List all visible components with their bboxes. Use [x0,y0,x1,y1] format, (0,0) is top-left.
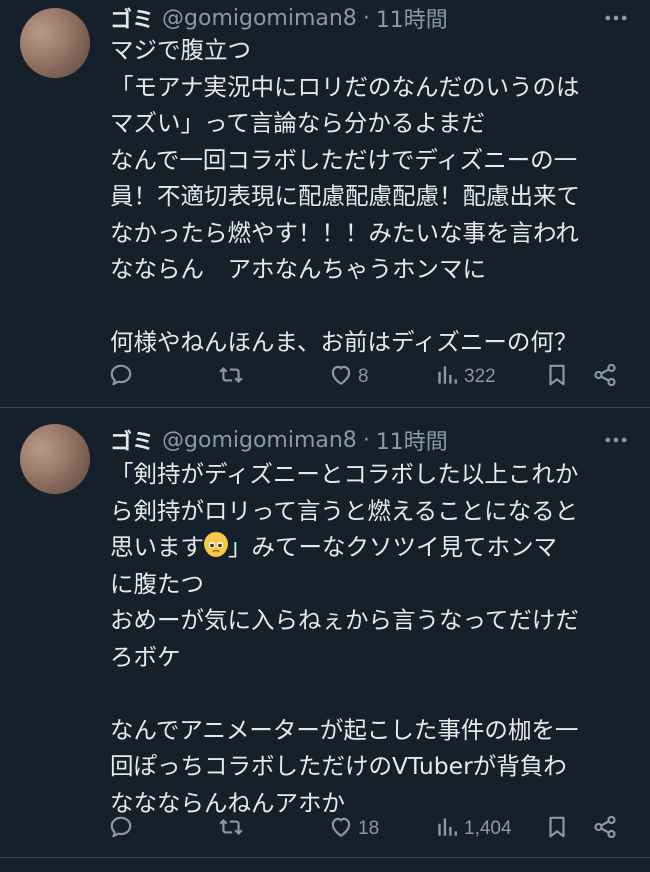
avatar[interactable] [20,8,90,78]
tweet-text-line: 員！不適切表現に配慮配慮配慮！配慮出来て [110,182,580,210]
author-handle[interactable]: @gomigomiman8 [162,6,357,31]
tweet-text-line: おめーが気に入らねぇから言うなってだけだ [110,606,579,634]
tweet[interactable]: ゴミ @gomigomiman8 · 11時間 「剣持がディズニーとコラボした以… [0,408,650,858]
tweet-text-line: 回ぽっちコラボしただけのVTuberが背負わ [110,752,567,780]
retweet-button[interactable] [218,814,248,844]
retweet-button[interactable] [218,362,248,392]
share-icon [592,362,618,393]
retweet-icon [218,362,244,393]
views-count: 1,404 [464,818,512,839]
tweet-text-line: マジで腹立つ [110,36,251,64]
more-icon[interactable] [602,4,630,32]
views-icon [434,362,460,393]
tweet-text-line: なんで一回コラボしただけでディズニーの一 [110,145,578,174]
tweet-text: マジで腹立つ 「モアナ実況中にロリだのなんだのいうのは マズい」って言論なら分か… [110,32,640,361]
separator-dot: · [362,427,370,453]
timestamp[interactable]: 11時間 [376,2,448,34]
tweet-text-line: ろボケ [110,642,181,671]
heart-icon [328,362,354,393]
avatar[interactable] [20,424,90,494]
reply-button[interactable] [108,814,138,844]
timeline-feed: ゴミ @gomigomiman8 · 11時間 マジで腹立つ 「モアナ実況中にロ… [0,0,650,872]
tweet-actions: 18 1,404 [108,814,628,844]
bookmark-button[interactable] [544,362,570,392]
reply-icon [108,362,134,393]
tweet-text-line: 「モアナ実況中にロリだのなんだのいうのは [110,72,580,101]
bookmark-icon [544,814,570,845]
tweet-header: ゴミ @gomigomiman8 · 11時間 [110,2,630,34]
timestamp[interactable]: 11時間 [376,424,448,456]
tweet-text-line: 「剣持がディズニーとコラボした以上これか [110,460,579,488]
tweet-text-line: 何様やねんほんま、お前はディズニーの何？ [110,328,578,356]
author-name[interactable]: ゴミ [110,424,154,456]
views-icon [434,814,460,845]
separator-dot: · [362,5,370,31]
tweet-text-segment: 思います [110,533,204,561]
views-button[interactable]: 322 [434,362,496,392]
tweet-header: ゴミ @gomigomiman8 · 11時間 [110,424,630,456]
tweet-text-line: なならん アホなんちゃうホンマに [110,255,486,283]
pleading-face-emoji-icon [204,532,228,557]
like-count: 8 [358,366,369,387]
tweet-text-line: ら剣持がロリって言うと燃えることになると [110,496,579,525]
reply-button[interactable] [108,362,138,392]
retweet-icon [218,814,244,845]
tweet-text-line: 思います 」みてーなクソツイ見てホンマ [110,529,640,566]
author-handle[interactable]: @gomigomiman8 [162,428,357,453]
tweet-text-line: なんでアニメーターが起こした事件の枷を一 [110,715,579,744]
share-button[interactable] [592,814,618,844]
share-button[interactable] [592,362,618,392]
author-name[interactable]: ゴミ [110,2,154,34]
tweet-text-line: マズい」って言論なら分かるよまだ [110,109,485,137]
views-count: 322 [464,366,496,387]
like-button[interactable]: 18 [328,814,379,844]
bookmark-icon [544,362,570,393]
tweet-text-line: なかったら燃やす！！！みたいな事を言われ [110,218,579,247]
tweet-text-segment: 」みてーなクソツイ見てホンマ [228,533,557,561]
share-icon [592,814,618,845]
like-count: 18 [358,818,380,839]
more-icon[interactable] [602,426,630,454]
like-button[interactable]: 8 [328,362,369,392]
tweet-text: 「剣持がディズニーとコラボした以上これか ら剣持がロリって言うと燃えることになる… [110,456,640,821]
tweet-actions: 8 322 [108,362,628,392]
reply-icon [108,814,134,845]
tweet[interactable]: ゴミ @gomigomiman8 · 11時間 マジで腹立つ 「モアナ実況中にロ… [0,0,650,408]
bookmark-button[interactable] [544,814,570,844]
heart-icon [328,814,354,845]
views-button[interactable]: 1,404 [434,814,512,844]
tweet-text-line: に腹たつ [110,569,204,598]
